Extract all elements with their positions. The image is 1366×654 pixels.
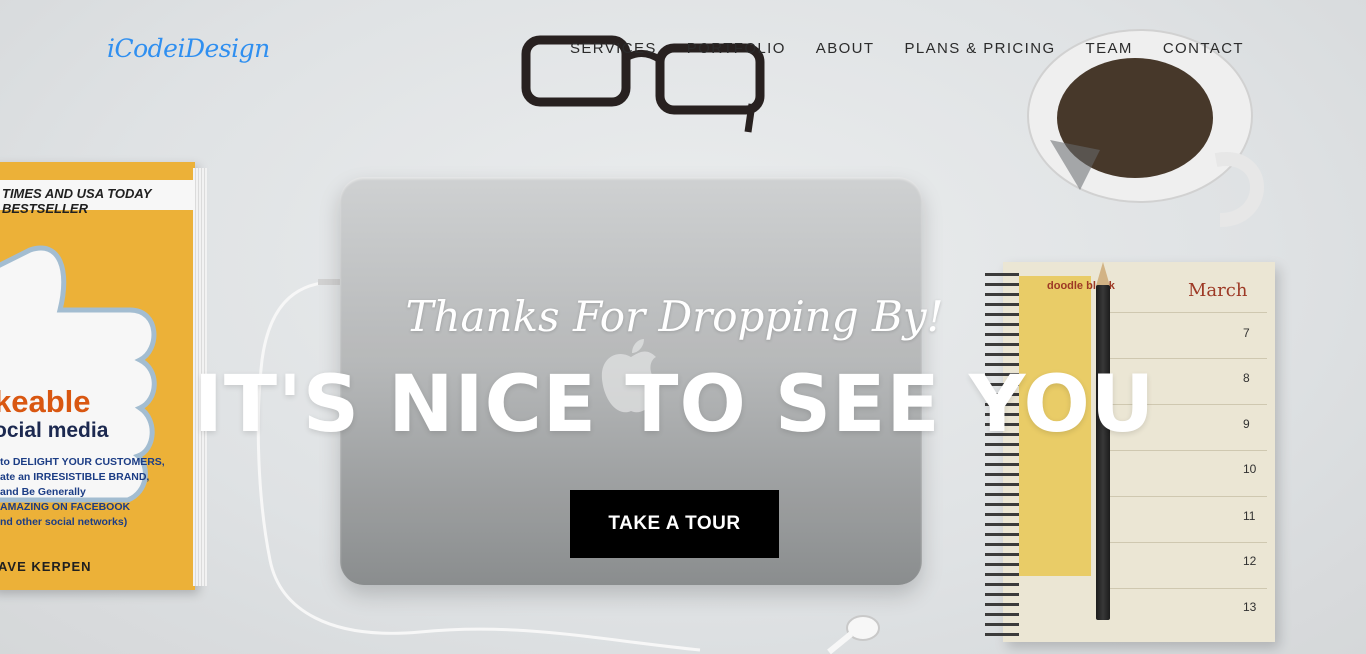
nav-plans-pricing[interactable]: PLANS & PRICING [904, 40, 1055, 57]
nav-about[interactable]: ABOUT [816, 40, 875, 57]
hero-headline: IT'S NICE TO SEE YOU [193, 360, 1156, 450]
nav-team[interactable]: TEAM [1086, 40, 1133, 57]
site-logo[interactable]: iCodeiDesign [107, 34, 270, 63]
nav-services[interactable]: SERVICES [570, 40, 657, 57]
nav-contact[interactable]: CONTACT [1163, 40, 1244, 57]
hero-tagline: Thanks For Dropping By! [405, 292, 944, 341]
main-nav: SERVICES PORTFOLIO ABOUT PLANS & PRICING… [570, 40, 1244, 57]
nav-portfolio[interactable]: PORTFOLIO [687, 40, 786, 57]
take-a-tour-button[interactable]: TAKE A TOUR [570, 490, 779, 558]
